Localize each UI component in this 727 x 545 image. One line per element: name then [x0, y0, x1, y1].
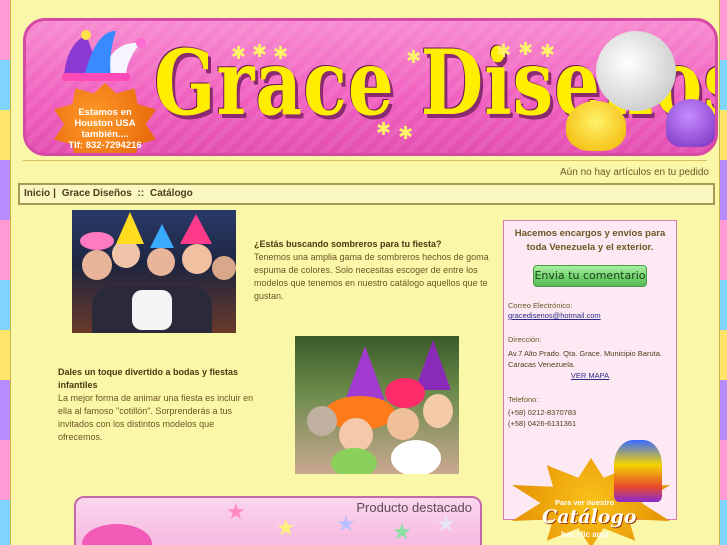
catalog-promo-title[interactable]: Catálogo — [542, 506, 636, 528]
phone-2: (+58) 0426-6131361 — [508, 419, 577, 428]
sparkle-icon: ✱ — [518, 39, 534, 60]
party-intro-heading: Dales un toque divertido a bodas y fiest… — [58, 367, 239, 390]
star-icon: ★ — [436, 512, 456, 537]
send-comment-button[interactable]: Envia tu comentario — [533, 265, 647, 287]
breadcrumb-section-link[interactable]: Catálogo — [150, 188, 193, 199]
hats-intro-body: Tenemos una amplia gama de sombreros hec… — [254, 252, 489, 301]
phone-1: (+58) 0212-8370783 — [508, 408, 577, 417]
badge-line-2: Houston USA — [74, 118, 136, 129]
sparkle-icon: ✱ — [376, 119, 392, 140]
party-photo-adults — [72, 210, 236, 333]
star-icon: ★ — [276, 516, 296, 541]
sparkle-icon: ✱ — [496, 41, 512, 62]
sparkle-icon: ✱ — [540, 41, 556, 62]
phone-label: Telefono: — [508, 395, 539, 404]
breadcrumb-home-link[interactable]: Inicio — [24, 188, 50, 199]
badge-line-3: también.... — [81, 129, 129, 140]
badge-line-4: Tlf: 832-7294216 — [68, 140, 142, 151]
hats-intro-heading: ¿Estás buscando sombreros para tu fiesta… — [254, 239, 442, 249]
party-intro-block: Dales un toque divertido a bodas y fiest… — [58, 366, 258, 444]
party-photo-kids — [295, 336, 459, 474]
breadcrumb-separator: :: — [137, 188, 145, 199]
sparkle-icon: ✱ — [252, 41, 268, 62]
breadcrumb: Inicio | Grace Diseños :: Catálogo — [18, 183, 715, 205]
view-map-link[interactable]: VER MAPA — [508, 370, 672, 381]
catalog-promo-click[interactable]: haz clic aquí — [561, 530, 609, 539]
star-icon: ★ — [336, 512, 356, 537]
white-wig-icon — [596, 31, 676, 111]
sparkle-icon: ✱ — [398, 123, 414, 144]
badge-line-1: Estamos en — [78, 107, 132, 118]
sparkle-icon: ✱ — [231, 43, 247, 64]
email-link[interactable]: gracedisenos@hotmail.com — [508, 310, 672, 321]
featured-product-box: Producto destacado ★ ★ ★ ★ ★ — [74, 496, 482, 545]
star-icon: ★ — [226, 500, 246, 525]
houston-badge-text: Estamos en Houston USA también.... Tlf: … — [64, 107, 146, 151]
address-label: Dirección: — [508, 335, 542, 344]
sparkle-icon: ✱ — [273, 43, 289, 64]
breadcrumb-site-link[interactable]: Grace Diseños — [62, 188, 132, 199]
star-icon: ★ — [392, 520, 412, 545]
clown-hat-icon — [614, 440, 662, 502]
email-label: Correo Electrónico: — [508, 301, 573, 310]
breadcrumb-separator: | — [53, 188, 56, 199]
address-line-2: Caracas Venezuela. — [508, 360, 576, 369]
hats-intro-block: ¿Estás buscando sombreros para tu fiesta… — [254, 238, 494, 303]
shipping-note: Hacemos encargos y envíos para toda Vene… — [514, 228, 666, 253]
party-intro-body: La mejor forma de animar una fiesta es i… — [58, 393, 254, 442]
header-banner[interactable]: Estamos en Houston USA también.... Tlf: … — [23, 18, 718, 156]
purple-hat-icon — [666, 99, 715, 147]
yellow-hat-icon — [566, 101, 626, 151]
sparkle-icon: ✱ — [406, 47, 422, 68]
address-line-1: Av.7 Alto Prado. Qta. Grace. Municipio B… — [508, 349, 662, 358]
hat-image — [82, 524, 152, 545]
header-divider — [23, 160, 707, 161]
jester-hat-icon — [62, 30, 146, 81]
cart-status: Aún no hay artículos en tu pedido — [560, 167, 709, 178]
